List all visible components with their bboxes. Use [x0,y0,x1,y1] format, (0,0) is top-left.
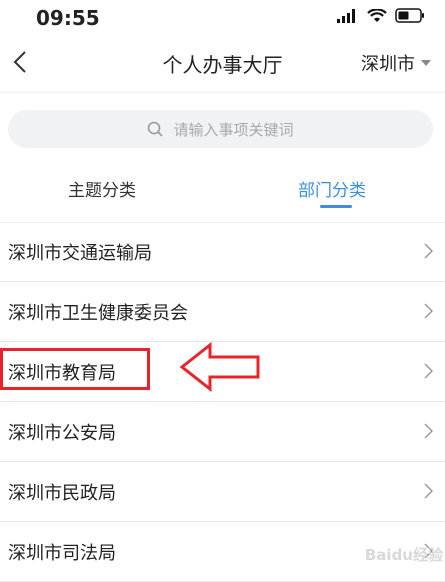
highlight-annotation-box [0,348,150,390]
list-item-label: 深圳市司法局 [8,542,116,564]
status-icons [337,8,425,23]
search-icon [148,121,164,137]
wifi-icon [367,8,387,22]
category-tabs: 主题分类 部门分类 [0,168,445,223]
chevron-right-icon [424,423,433,439]
city-label: 深圳市 [361,54,415,75]
tab-theme[interactable]: 主题分类 [68,176,136,201]
list-item-label: 深圳市交通运输局 [8,242,152,264]
tab-department[interactable]: 部门分类 [298,176,366,201]
list-item[interactable]: 深圳市交通运输局 [0,222,445,282]
status-bar: 09:55 [0,0,445,34]
list-item-label: 深圳市民政局 [8,482,116,504]
city-selector[interactable]: 深圳市 [361,50,431,76]
list-item-label: 深圳市公安局 [8,422,116,444]
list-item-label: 深圳市卫生健康委员会 [8,302,188,324]
active-tab-indicator [320,205,352,208]
signal-icon [337,8,355,23]
chevron-right-icon [424,363,433,379]
search-input[interactable]: 请输入事项关键词 [8,110,433,148]
watermark: Baidu经验 [364,546,443,564]
chevron-right-icon [424,483,433,499]
chevron-right-icon [424,303,433,319]
list-item[interactable]: 深圳市公安局 [0,402,445,462]
search-placeholder: 请输入事项关键词 [173,120,294,139]
caret-down-icon [421,60,431,66]
chevron-right-icon [424,243,433,259]
nav-header: 个人办事大厅 深圳市 [0,34,445,93]
list-item[interactable]: 深圳市卫生健康委员会 [0,282,445,342]
arrow-left-icon [180,342,260,392]
status-time: 09:55 [36,6,100,30]
department-list: 深圳市交通运输局 深圳市卫生健康委员会 深圳市教育局 深圳市公安局 深圳市民政局… [0,222,445,582]
list-item[interactable]: 深圳市民政局 [0,462,445,522]
battery-icon [395,8,424,23]
